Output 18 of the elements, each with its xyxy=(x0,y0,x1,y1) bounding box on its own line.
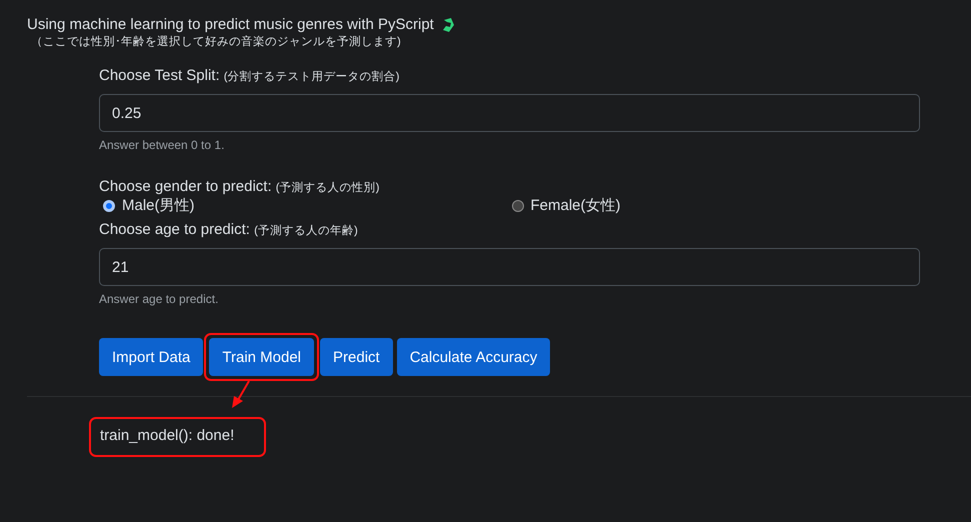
radio-icon[interactable] xyxy=(103,200,115,212)
radio-option[interactable]: Female(女性) xyxy=(512,196,920,215)
action-button[interactable]: Import Data xyxy=(99,338,204,376)
input-field[interactable]: 0.25 xyxy=(99,94,920,132)
action-button[interactable]: Predict xyxy=(320,338,393,376)
action-button[interactable]: Train Model xyxy=(209,338,314,376)
field-hint: Answer between 0 to 1. xyxy=(99,138,226,152)
field-hint: Answer age to predict. xyxy=(99,292,220,306)
field-label: Choose gender to predict: (予測する人の性別) xyxy=(99,178,380,195)
output-text: train_model(): done! xyxy=(89,417,266,457)
page-subtitle: （ここでは性別･年齢を選択して好みの音楽のジャンルを予測します) xyxy=(31,34,402,49)
page-title: Using machine learning to predict music genres with PyScript xyxy=(27,16,434,33)
field-label: Choose Test Split: (分割するテスト用データの割合) xyxy=(99,67,400,84)
action-button[interactable]: Calculate Accuracy xyxy=(396,338,550,376)
field-label: Choose age to predict: (予測する人の年齢) xyxy=(99,221,359,238)
radio-option[interactable]: Male(男性) xyxy=(103,196,512,215)
radio-icon[interactable] xyxy=(512,200,524,212)
input-field[interactable]: 21 xyxy=(99,248,920,286)
